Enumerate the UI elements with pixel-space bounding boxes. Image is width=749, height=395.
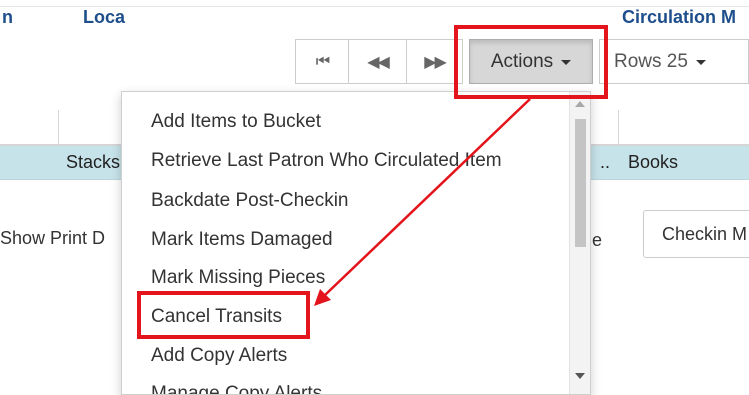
menu-item-backdate-post-checkin[interactable]: Backdate Post-Checkin <box>151 190 349 212</box>
previous-page-icon: ◀◀ <box>367 53 390 71</box>
checkin-label: Checkin M <box>662 223 748 244</box>
actions-highlight-box <box>454 25 608 99</box>
column-header[interactable]: n <box>2 0 13 34</box>
actions-menu: Add Items to Bucket Retrieve Last Patron… <box>121 91 591 395</box>
location-cell: Stacks <box>66 152 121 172</box>
chevron-down-icon <box>695 60 706 65</box>
checkin-modifiers-button[interactable]: Checkin M <box>643 210 749 258</box>
next-page-icon: ▶▶ <box>424 53 447 71</box>
column-header-circulation[interactable]: Circulation M <box>622 0 736 34</box>
menu-item-add-copy-alerts[interactable]: Add Copy Alerts <box>151 345 287 367</box>
scroll-up-icon[interactable] <box>575 101 585 107</box>
column-header-location[interactable]: Loca <box>83 0 125 34</box>
cancel-transits-highlight-box <box>137 291 310 339</box>
menu-item-manage-copy-alerts[interactable]: Manage Copy Alerts <box>151 383 322 394</box>
truncated-cell: .. <box>600 152 611 172</box>
first-page-icon: ⏮ <box>315 52 330 70</box>
menu-item-add-to-bucket[interactable]: Add Items to Bucket <box>151 111 321 133</box>
menu-item-mark-missing-pieces[interactable]: Mark Missing Pieces <box>151 267 325 289</box>
show-print-label[interactable]: Show Print D <box>0 228 105 249</box>
first-page-button[interactable]: ⏮ <box>295 39 349 84</box>
rows-button-edge <box>731 39 749 84</box>
menu-item-retrieve-last-patron[interactable]: Retrieve Last Patron Who Circulated Item <box>151 150 502 172</box>
scrollbar-thumb[interactable] <box>575 119 586 247</box>
rows-label: Rows 25 <box>614 50 688 72</box>
menu-scrollbar[interactable] <box>569 92 590 394</box>
circulation-cell: Books <box>628 152 679 172</box>
previous-page-button[interactable]: ◀◀ <box>348 39 407 84</box>
scroll-down-icon[interactable] <box>575 373 585 379</box>
menu-item-mark-damaged[interactable]: Mark Items Damaged <box>151 229 333 251</box>
rows-per-page-button[interactable]: Rows 25 <box>599 39 731 84</box>
fragment-text: e <box>592 230 603 250</box>
